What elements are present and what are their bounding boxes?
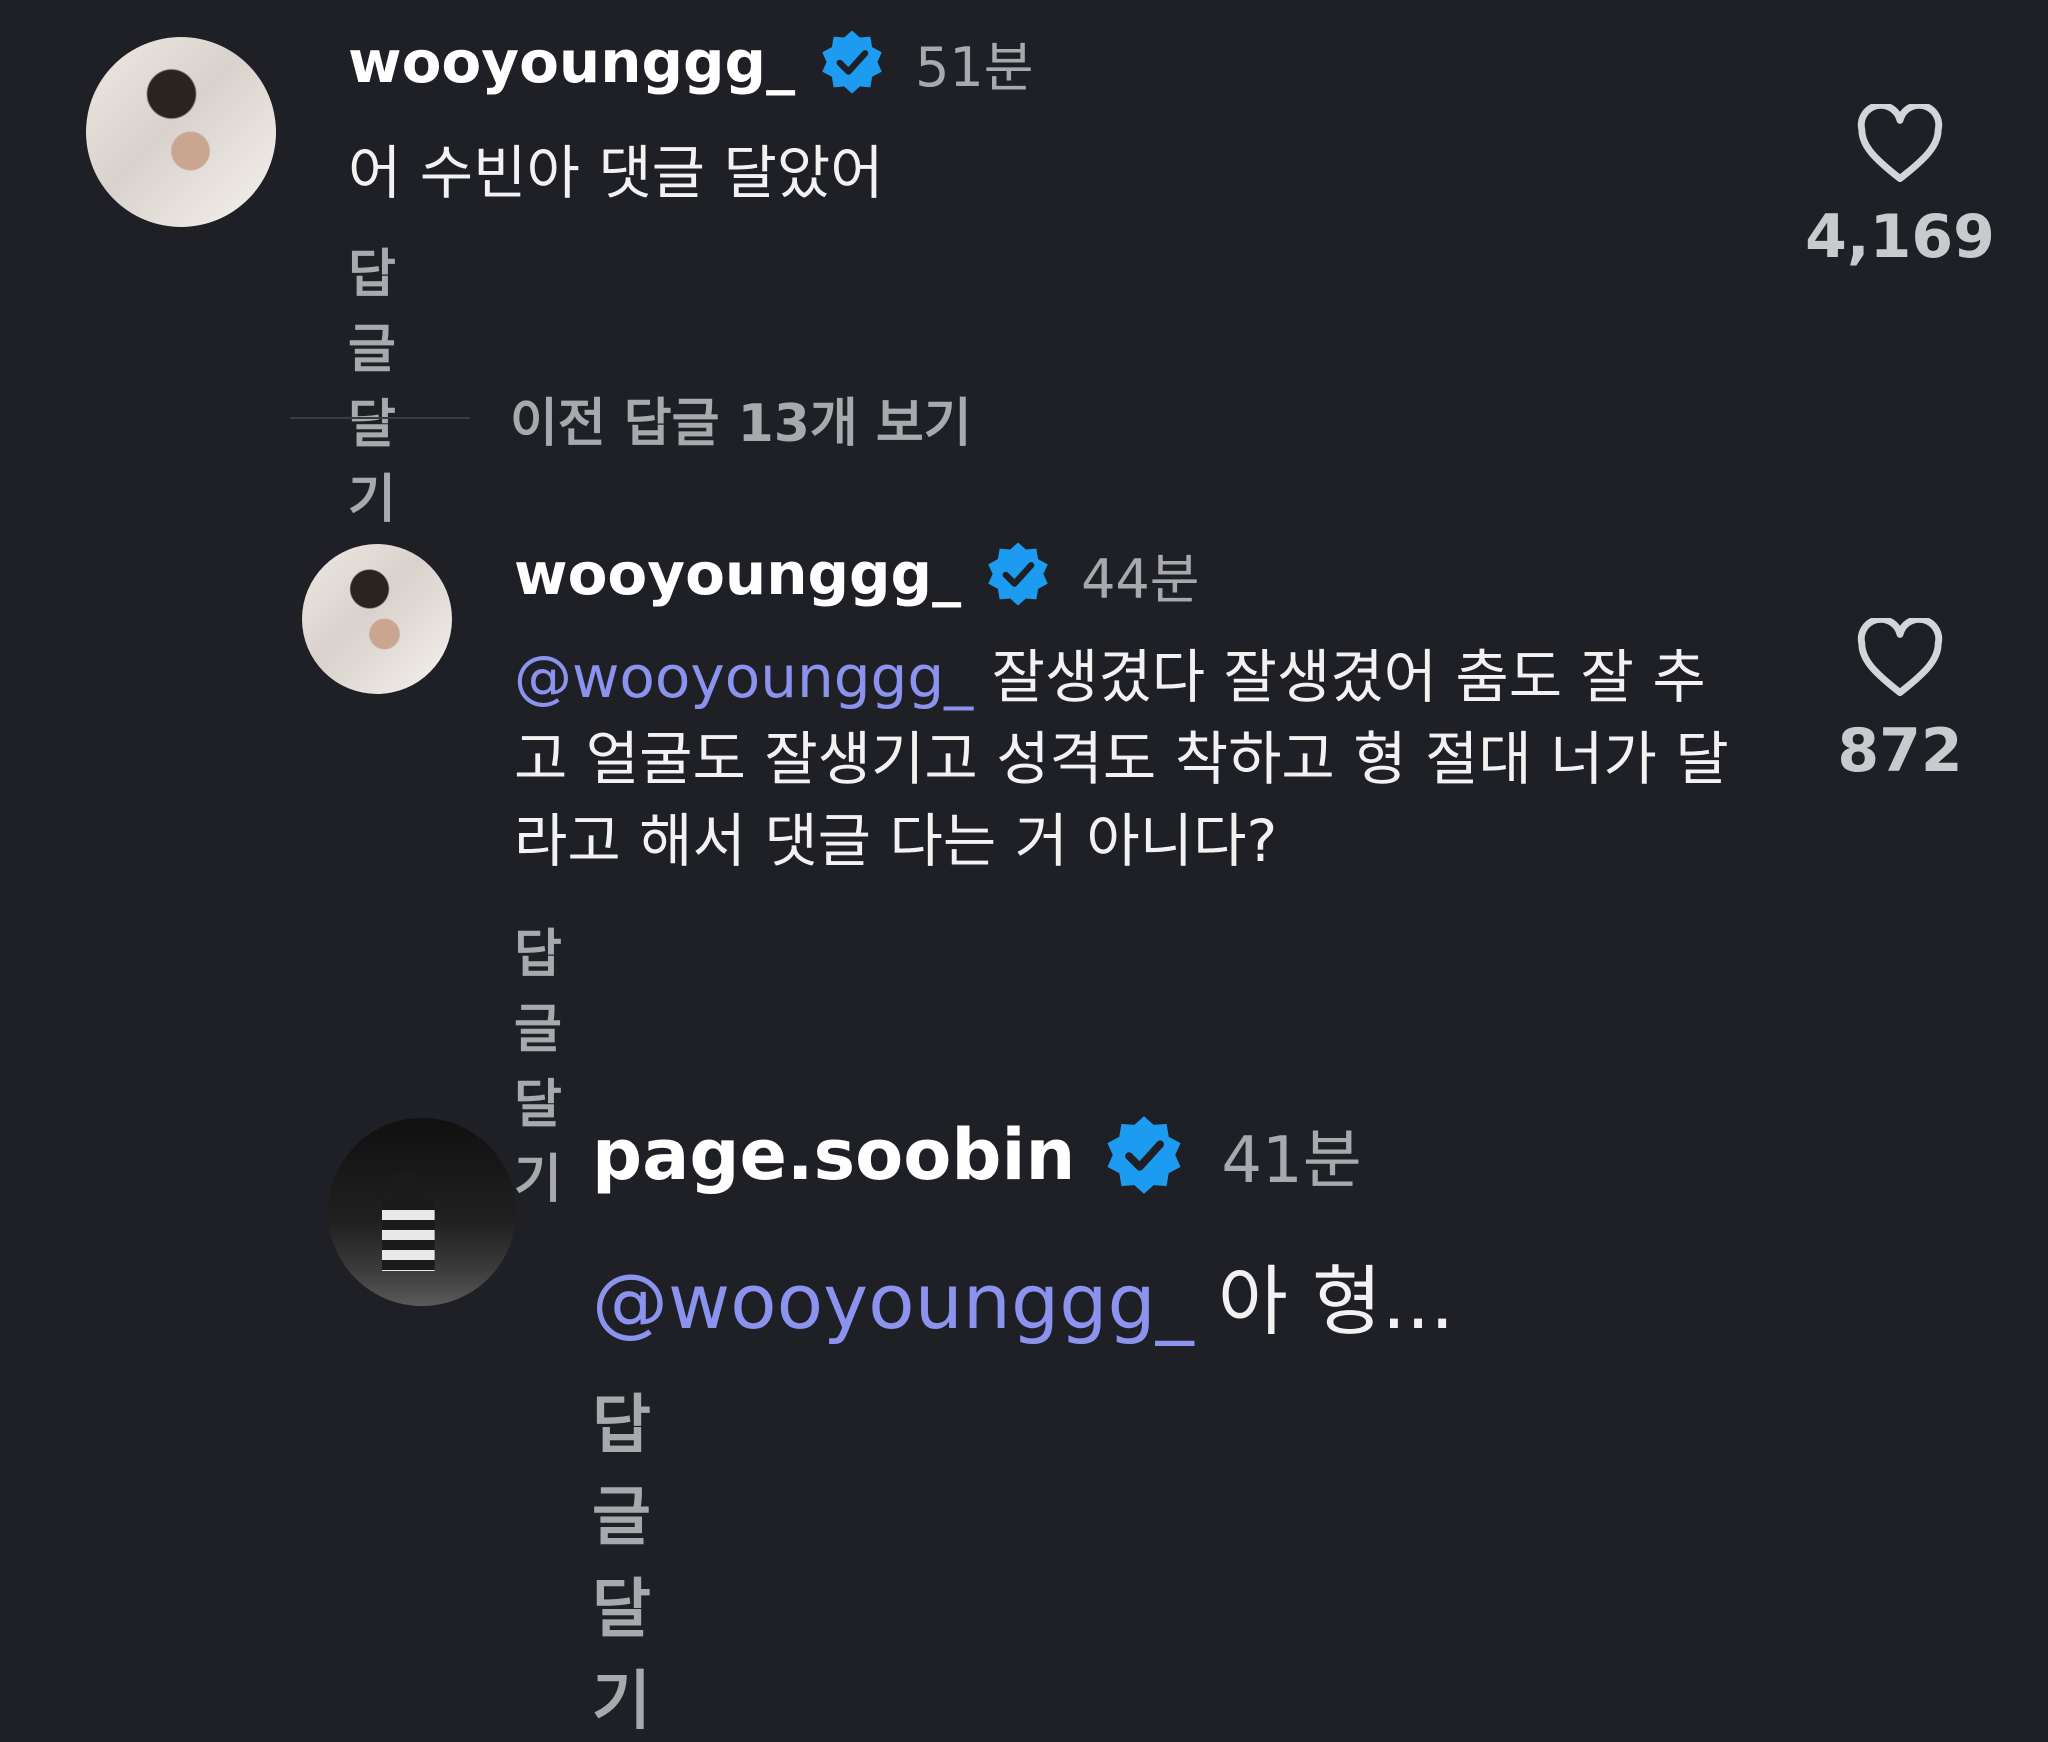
username[interactable]: page.soobin — [592, 1114, 1075, 1196]
comment-header: wooyounggg_ 51분 — [348, 24, 1033, 100]
view-replies-label: 이전 답글 13개 보기 — [510, 393, 972, 454]
like-count: 872 — [1837, 716, 1963, 786]
reply-button[interactable]: 답글 달기 — [514, 912, 562, 1212]
like-control: 4,169 — [1805, 101, 1995, 272]
heart-outline-icon[interactable] — [1856, 101, 1944, 188]
comment-text: @wooyounggg_ 잘생겼다 잘생겼어 춤도 잘 추고 얼굴도 잘생기고 … — [514, 636, 1744, 882]
avatar[interactable] — [86, 37, 276, 227]
verified-badge-icon — [983, 539, 1053, 609]
like-count: 4,169 — [1805, 202, 1995, 272]
timestamp: 41분 — [1221, 1124, 1362, 1198]
verified-badge-icon — [1101, 1112, 1187, 1198]
reply-button[interactable]: 답글 달기 — [592, 1374, 651, 1742]
mention-link[interactable]: @wooyounggg_ — [514, 643, 973, 711]
username[interactable]: wooyounggg_ — [514, 540, 961, 608]
comment-header: page.soobin 41분 — [592, 1110, 1362, 1200]
timestamp: 44분 — [1081, 547, 1200, 611]
verified-badge-icon — [817, 27, 887, 97]
heart-outline-icon[interactable] — [1856, 615, 1944, 702]
comment-header: wooyounggg_ 44분 — [514, 536, 1199, 612]
comment-text: 어 수빈아 댓글 달았어 — [348, 139, 884, 207]
avatar[interactable] — [328, 1118, 516, 1306]
mention-link[interactable]: @wooyounggg_ — [592, 1257, 1194, 1346]
timestamp: 51분 — [915, 35, 1034, 99]
comment-body: 아 형... — [1193, 1257, 1455, 1346]
comment-text: @wooyounggg_ 아 형... — [592, 1240, 1454, 1350]
view-previous-replies[interactable]: 이전 답글 13개 보기 — [290, 378, 972, 458]
like-control: 872 — [1810, 615, 1990, 786]
thread-divider — [290, 417, 470, 419]
avatar[interactable] — [302, 544, 452, 694]
username[interactable]: wooyounggg_ — [348, 28, 795, 96]
